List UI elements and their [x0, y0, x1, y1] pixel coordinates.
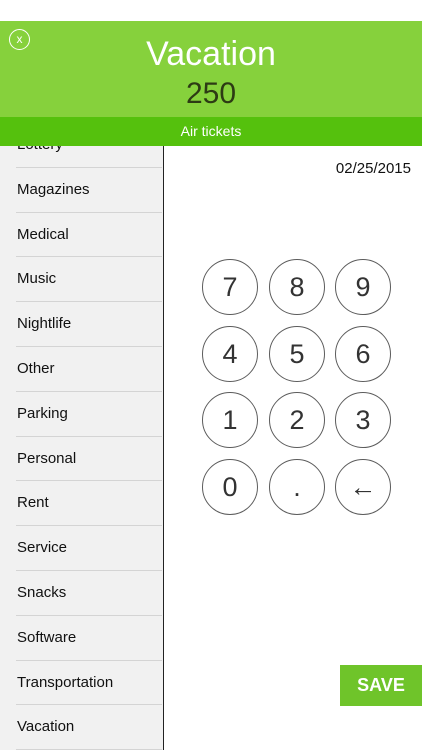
key-5[interactable]: 5 [269, 326, 325, 382]
key-3[interactable]: 3 [335, 392, 391, 448]
subcategory-bar[interactable]: Air tickets [0, 117, 422, 146]
key-7[interactable]: 7 [202, 259, 258, 315]
category-item-rent[interactable]: Rent [0, 481, 162, 526]
save-button[interactable]: SAVE [340, 665, 422, 706]
header: x Vacation 250 [0, 21, 422, 117]
category-title: Vacation [146, 35, 276, 73]
category-item-nightlife[interactable]: Nightlife [0, 302, 162, 347]
amount-display: 250 [185, 77, 237, 110]
key-9[interactable]: 9 [335, 259, 391, 315]
category-item-music[interactable]: Music [0, 257, 162, 302]
status-bar [0, 0, 422, 21]
category-item-lottery[interactable]: Lottery [0, 146, 162, 168]
category-item-software[interactable]: Software [0, 616, 162, 661]
key-0[interactable]: 0 [202, 459, 258, 515]
key-6[interactable]: 6 [335, 326, 391, 382]
numeric-keypad: 7 8 9 4 5 6 1 2 3 0 . ← [202, 259, 392, 517]
key-8[interactable]: 8 [269, 259, 325, 315]
category-item-personal[interactable]: Personal [0, 437, 162, 482]
key-2[interactable]: 2 [269, 392, 325, 448]
category-item-magazines[interactable]: Magazines [0, 168, 162, 213]
key-4[interactable]: 4 [202, 326, 258, 382]
category-sidebar[interactable]: Lottery Magazines Medical Music Nightlif… [0, 146, 164, 750]
category-item-medical[interactable]: Medical [0, 213, 162, 258]
category-list: Lottery Magazines Medical Music Nightlif… [0, 146, 162, 750]
key-1[interactable]: 1 [202, 392, 258, 448]
category-item-service[interactable]: Service [0, 526, 162, 571]
category-item-other[interactable]: Other [0, 347, 162, 392]
category-item-transportation[interactable]: Transportation [0, 661, 162, 706]
category-item-snacks[interactable]: Snacks [0, 571, 162, 616]
category-item-parking[interactable]: Parking [0, 392, 162, 437]
backspace-arrow-icon[interactable]: ← [335, 459, 391, 515]
key-decimal[interactable]: . [269, 459, 325, 515]
category-item-vacation[interactable]: Vacation [0, 705, 162, 750]
date-field[interactable]: 02/25/2015 [336, 160, 411, 177]
